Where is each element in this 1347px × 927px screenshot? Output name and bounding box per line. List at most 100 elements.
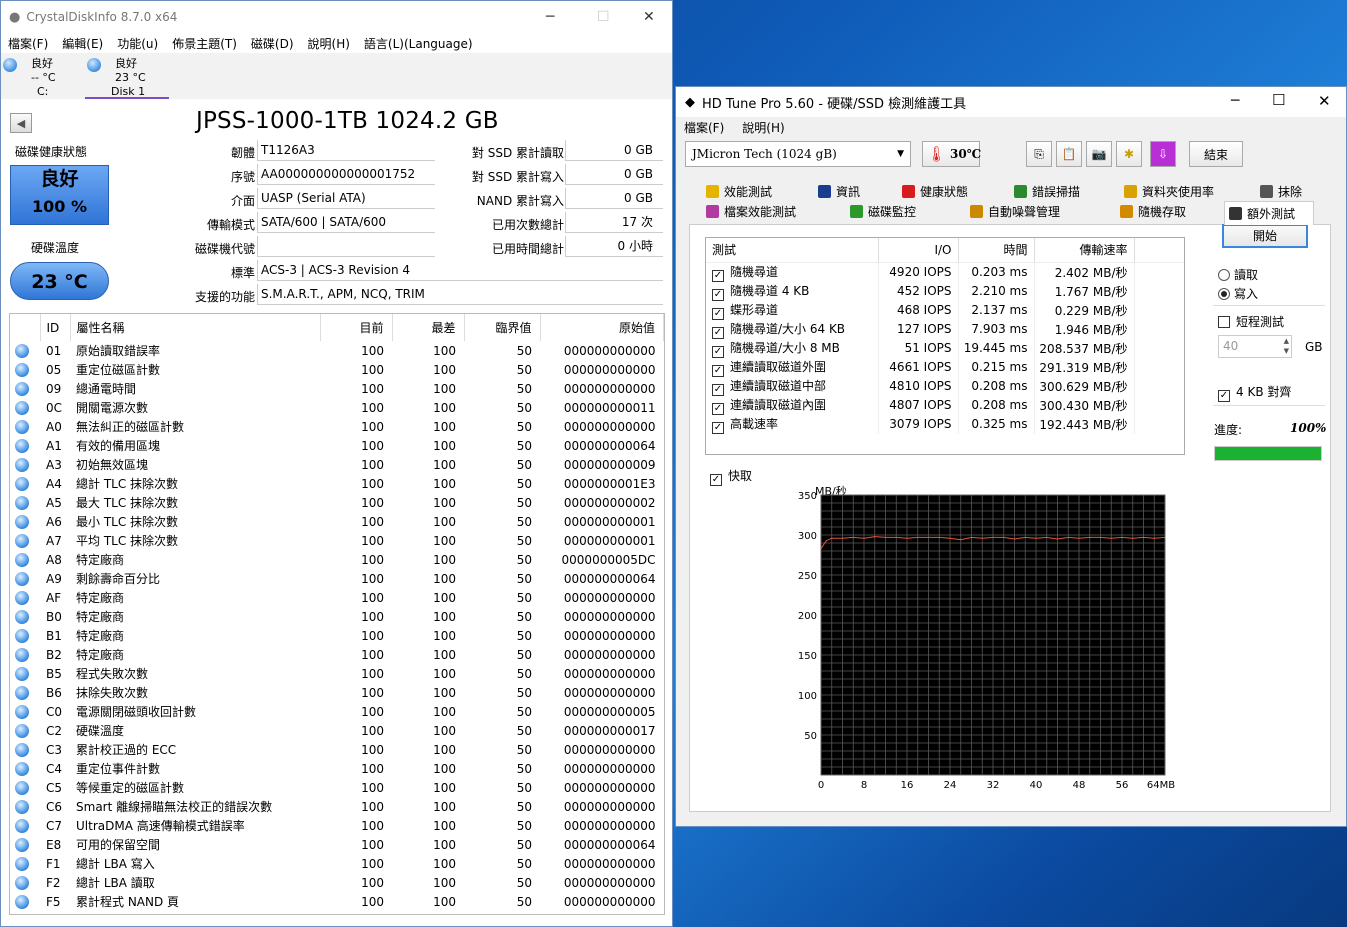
table-row[interactable]: ✓ 連續讀取磁道外圍 4661 IOPS 0.215 ms 291.319 MB/秒 — [706, 357, 1184, 377]
table-row[interactable]: B5 程式失敗次數 100 100 50 000000000000 — [10, 664, 664, 683]
table-row[interactable]: F1 總計 LBA 寫入 100 100 50 000000000000 — [10, 854, 664, 873]
exit-button[interactable]: 結束 — [1189, 141, 1243, 167]
table-row[interactable]: ✓ 隨機尋道/大小 64 KB 127 IOPS 7.903 ms 1.946 MB/秒 — [706, 319, 1184, 339]
table-row[interactable]: ✓ 連續讀取磁道內圍 4807 IOPS 0.208 ms 300.430 MB/秒 — [706, 395, 1184, 415]
disk-tab-c[interactable]: 良好 -- °C C: — [1, 53, 85, 99]
table-row[interactable]: C5 等候重定的磁區計數 100 100 50 000000000000 — [10, 778, 664, 797]
table-row[interactable]: C0 電源關閉磁頭收回計數 100 100 50 000000000005 — [10, 702, 664, 721]
table-row[interactable]: F2 總計 LBA 讀取 100 100 50 000000000000 — [10, 873, 664, 892]
table-row[interactable]: E8 可用的保留空間 100 100 50 000000000064 — [10, 835, 664, 854]
close-button[interactable]: ✕ — [1318, 92, 1331, 110]
cell-test[interactable]: ✓ 隨機尋道 4 KB — [706, 281, 879, 301]
cell-test[interactable]: ✓ 隨機尋道/大小 8 MB — [706, 338, 879, 358]
table-row[interactable]: C4 重定位事件計數 100 100 50 000000000000 — [10, 759, 664, 778]
tab-tabs_top-2[interactable]: 健康狀態 — [898, 181, 990, 201]
screenshot-button[interactable]: 📷 — [1086, 141, 1112, 167]
write-label: 寫入 — [1234, 287, 1259, 301]
table-row[interactable]: B6 抹除失敗次數 100 100 50 000000000000 — [10, 683, 664, 702]
cell-test[interactable]: ✓ 連續讀取磁道內圍 — [706, 395, 879, 415]
table-row[interactable]: 05 重定位磁區計數 100 100 50 000000000000 — [10, 360, 664, 379]
table-row[interactable]: 01 原始讀取錯誤率 100 100 50 000000000000 — [10, 341, 664, 360]
save-button[interactable]: ⇩ — [1150, 141, 1176, 167]
cell-raw-value: 000000000000 — [563, 609, 656, 624]
cell-io: 468 IOPS — [878, 300, 959, 320]
cell-test[interactable]: ✓ 連續讀取磁道中部 — [706, 376, 879, 396]
table-row[interactable]: C2 硬碟溫度 100 100 50 000000000017 — [10, 721, 664, 740]
minimize-button[interactable]: ─ — [546, 9, 554, 25]
table-row[interactable]: B2 特定廠商 100 100 50 000000000000 — [10, 645, 664, 664]
menu-disk[interactable]: 磁碟(D) — [251, 35, 294, 52]
tab-tabs_top-1[interactable]: 資訊 — [814, 181, 884, 201]
table-row[interactable]: B1 特定廠商 100 100 50 000000000000 — [10, 626, 664, 645]
table-row[interactable]: C3 累計校正過的 ECC 100 100 50 000000000000 — [10, 740, 664, 759]
tab-tabs_bot-1[interactable]: 磁碟監控 — [846, 201, 956, 221]
start-button[interactable]: 開始 — [1222, 224, 1308, 248]
menu-file[interactable]: 檔案(F) — [684, 119, 724, 136]
table-row[interactable]: 09 總通電時間 100 100 50 000000000000 — [10, 379, 664, 398]
table-row[interactable]: C7 UltraDMA 高速傳輸模式錯誤率 100 100 50 000000000000 — [10, 816, 664, 835]
tab-tabs_bot-2[interactable]: 自動噪聲管理 — [966, 201, 1108, 221]
drive-select[interactable]: JMicron Tech (1024 gB) ▼ — [685, 141, 911, 167]
col-id[interactable]: ID — [40, 314, 71, 341]
table-row[interactable]: AF 特定廠商 100 100 50 000000000000 — [10, 588, 664, 607]
tab-tabs_top-3[interactable]: 錯誤掃描 — [1010, 181, 1110, 201]
table-row[interactable]: ✓ 隨機尋道/大小 8 MB 51 IOPS 19.445 ms 208.537 MB/… — [706, 338, 1184, 358]
table-row[interactable]: A4 總計 TLC 抹除次數 100 100 50 0000000001E3 — [10, 474, 664, 493]
col-attribute-name[interactable]: 屬性名稱 — [70, 314, 321, 341]
cache-checkbox[interactable]: ✓ 快取 — [710, 467, 752, 486]
options-button[interactable]: ✱ — [1116, 141, 1142, 167]
menu-help[interactable]: 說明(H) — [742, 119, 784, 136]
menu-theme[interactable]: 佈景主題(T) — [172, 35, 237, 52]
table-row[interactable]: A8 特定廠商 100 100 50 0000000005DC — [10, 550, 664, 569]
table-row[interactable]: 0C 開關電源次數 100 100 50 000000000011 — [10, 398, 664, 417]
maximize-button[interactable]: ☐ — [1272, 91, 1285, 109]
gb-stepper[interactable]: 40 ▲ ▼ — [1218, 335, 1292, 358]
table-row[interactable]: A9 剩餘壽命百分比 100 100 50 000000000064 — [10, 569, 664, 588]
col-current[interactable]: 目前 — [320, 314, 393, 341]
cell-test[interactable]: ✓ 蝶形尋道 — [706, 300, 879, 320]
tab-tabs_bot-4[interactable]: 額外測試 — [1224, 201, 1314, 225]
table-row[interactable]: A1 有效的備用區塊 100 100 50 000000000064 — [10, 436, 664, 455]
menu-file[interactable]: 檔案(F) — [8, 35, 48, 52]
menu-edit[interactable]: 編輯(E) — [62, 35, 103, 52]
align-4kb-checkbox[interactable]: ✓ 4 KB 對齊 — [1218, 383, 1291, 402]
previous-disk-button[interactable]: ◀ — [10, 113, 32, 133]
cell-test[interactable]: ✓ 連續讀取磁道外圍 — [706, 357, 879, 377]
table-row[interactable]: ✓ 隨機尋道 4920 IOPS 0.203 ms 2.402 MB/秒 — [706, 262, 1184, 282]
table-row[interactable]: A7 平均 TLC 抹除次數 100 100 50 000000000001 — [10, 531, 664, 550]
cell-test[interactable]: ✓ 隨機尋道/大小 64 KB — [706, 319, 879, 339]
table-row[interactable]: ✓ 連續讀取磁道中部 4810 IOPS 0.208 ms 300.629 MB/秒 — [706, 376, 1184, 396]
short-test-checkbox[interactable]: 短程測試 — [1218, 313, 1284, 330]
table-row[interactable]: A3 初始無效區塊 100 100 50 000000000009 — [10, 455, 664, 474]
close-button[interactable]: ✕ — [643, 9, 655, 25]
tab-tabs_bot-0[interactable]: 檔案效能測試 — [702, 201, 826, 221]
table-row[interactable]: A6 最小 TLC 抹除次數 100 100 50 000000000001 — [10, 512, 664, 531]
menu-language[interactable]: 語言(L)(Language) — [364, 35, 473, 52]
maximize-button[interactable]: ☐ — [597, 9, 610, 25]
write-radio[interactable]: 寫入 — [1218, 285, 1258, 302]
tab-tabs_top-0[interactable]: 效能測試 — [702, 181, 805, 201]
copy-text-button[interactable]: ⎘ — [1026, 141, 1052, 167]
table-row[interactable]: C6 Smart 離線掃瞄無法校正的錯誤次數 100 100 50 00000000000… — [10, 797, 664, 816]
menu-help[interactable]: 說明(H) — [308, 35, 350, 52]
cell-test[interactable]: ✓ 高載速率 — [706, 414, 879, 434]
table-row[interactable]: A5 最大 TLC 抹除次數 100 100 50 000000000002 — [10, 493, 664, 512]
copy-info-button[interactable]: 📋 — [1056, 141, 1082, 167]
tab-tabs_top-5[interactable]: 抹除 — [1256, 181, 1316, 201]
table-row[interactable]: ✓ 蝶形尋道 468 IOPS 2.137 ms 0.229 MB/秒 — [706, 300, 1184, 320]
tab-tabs_top-4[interactable]: 資料夾使用率 — [1120, 181, 1248, 201]
read-radio[interactable]: 讀取 — [1218, 266, 1258, 283]
tab-tabs_bot-3[interactable]: 隨機存取 — [1116, 201, 1204, 221]
table-row[interactable]: ✓ 隨機尋道 4 KB 452 IOPS 2.210 ms 1.767 MB/秒 — [706, 281, 1184, 301]
disk-tab-1[interactable]: 良好 23 °C Disk 1 — [85, 53, 169, 99]
table-row[interactable]: B0 特定廠商 100 100 50 000000000000 — [10, 607, 664, 626]
table-row[interactable]: ✓ 高載速率 3079 IOPS 0.325 ms 192.443 MB/秒 — [706, 414, 1184, 434]
col-raw-value[interactable]: 原始值 — [540, 314, 664, 341]
cell-test[interactable]: ✓ 隨機尋道 — [706, 262, 879, 282]
minimize-button[interactable]: ─ — [1231, 93, 1239, 109]
table-row[interactable]: A0 無法糾正的磁區計數 100 100 50 000000000000 — [10, 417, 664, 436]
col-worst[interactable]: 最差 — [392, 314, 465, 341]
table-row[interactable]: F5 累計程式 NAND 頁 100 100 50 000000000000 — [10, 892, 664, 911]
menu-function[interactable]: 功能(u) — [117, 35, 158, 52]
col-threshold[interactable]: 臨界值 — [464, 314, 541, 341]
